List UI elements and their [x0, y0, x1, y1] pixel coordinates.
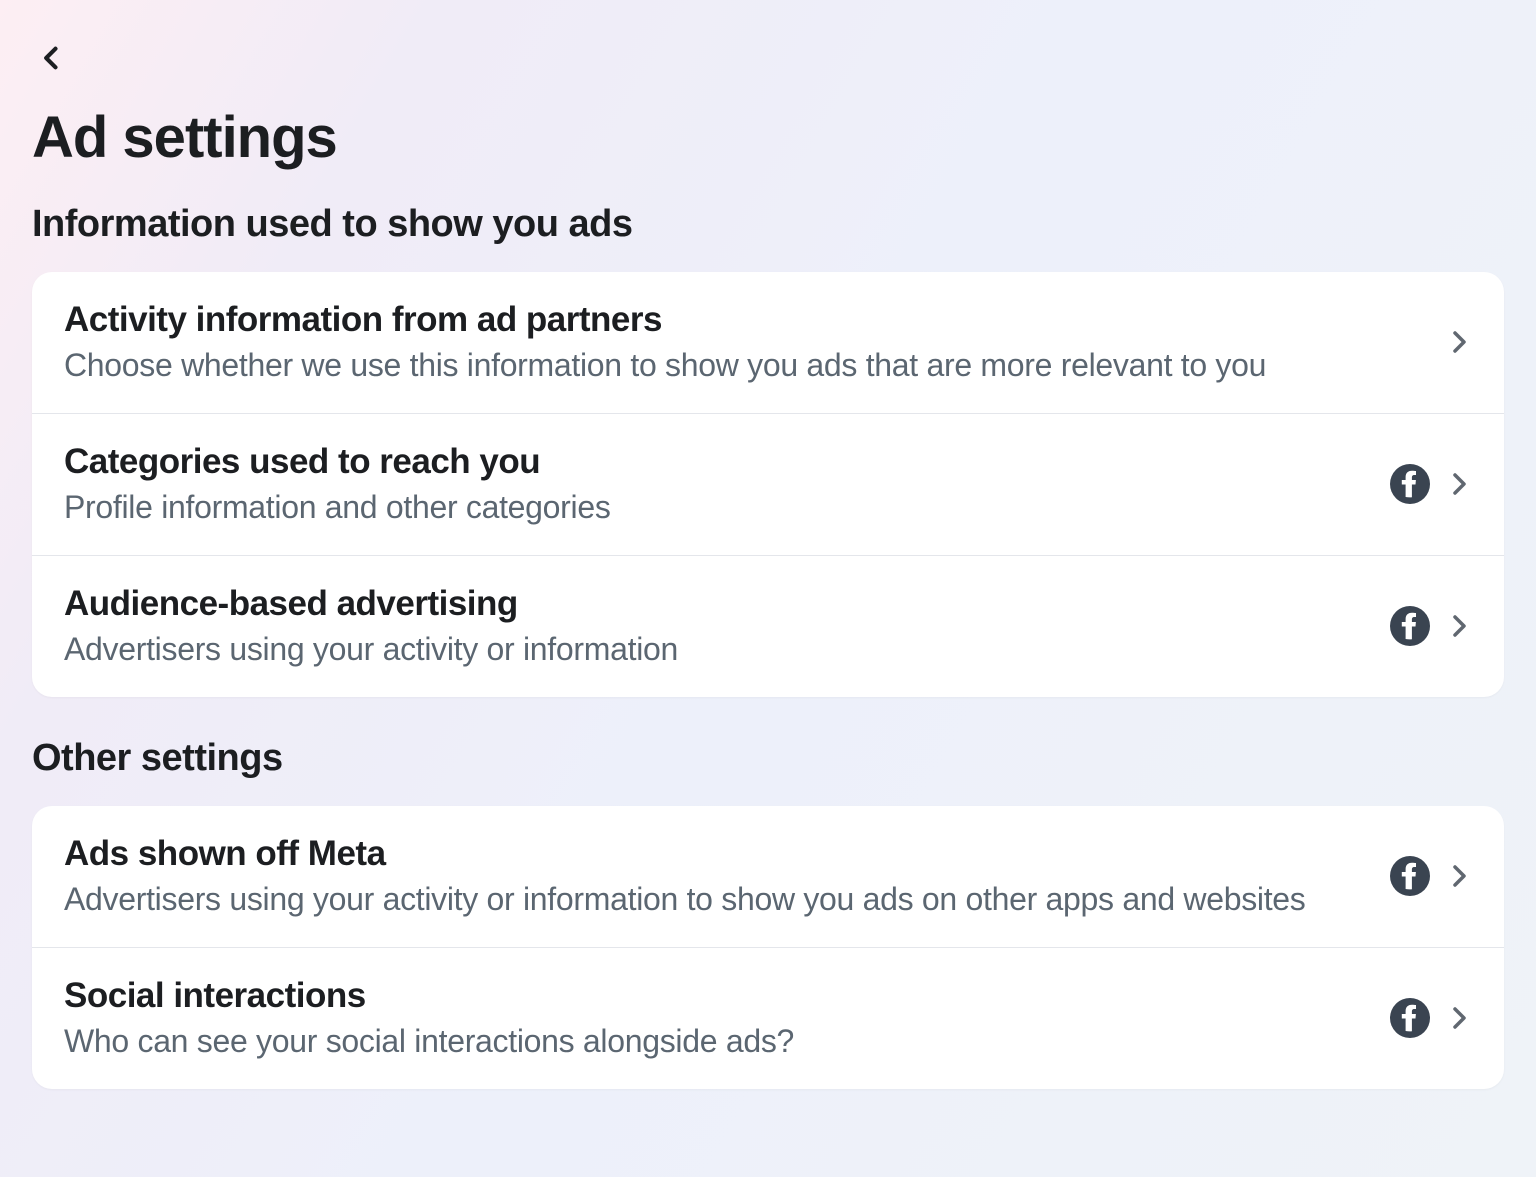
- card-item-subtitle: Choose whether we use this information t…: [64, 344, 1424, 387]
- settings-container: Ad settings Information used to show you…: [0, 0, 1536, 1177]
- card-item-actions: [1390, 464, 1472, 504]
- page-title: Ad settings: [32, 104, 1504, 171]
- other-settings-card: Ads shown off Meta Advertisers using you…: [32, 806, 1504, 1089]
- facebook-icon: [1390, 998, 1430, 1038]
- card-item-content: Ads shown off Meta Advertisers using you…: [64, 832, 1366, 921]
- card-item-actions: [1448, 330, 1472, 354]
- card-item-actions: [1390, 856, 1472, 896]
- chevron-right-icon: [1448, 1006, 1472, 1030]
- social-interactions-item[interactable]: Social interactions Who can see your soc…: [32, 948, 1504, 1089]
- audience-item[interactable]: Audience-based advertising Advertisers u…: [32, 556, 1504, 697]
- back-button[interactable]: [24, 30, 80, 86]
- section-title-other-settings: Other settings: [32, 737, 1504, 780]
- facebook-icon: [1390, 464, 1430, 504]
- card-item-content: Activity information from ad partners Ch…: [64, 298, 1424, 387]
- card-item-content: Social interactions Who can see your soc…: [64, 974, 1366, 1063]
- card-item-actions: [1390, 606, 1472, 646]
- card-item-title: Audience-based advertising: [64, 582, 1366, 626]
- info-used-card: Activity information from ad partners Ch…: [32, 272, 1504, 697]
- card-item-subtitle: Profile information and other categories: [64, 486, 1366, 529]
- card-item-subtitle: Advertisers using your activity or infor…: [64, 878, 1366, 921]
- card-item-content: Audience-based advertising Advertisers u…: [64, 582, 1366, 671]
- card-item-title: Activity information from ad partners: [64, 298, 1424, 342]
- card-item-title: Ads shown off Meta: [64, 832, 1366, 876]
- chevron-right-icon: [1448, 864, 1472, 888]
- card-item-actions: [1390, 998, 1472, 1038]
- section-title-info-used: Information used to show you ads: [32, 203, 1504, 246]
- card-item-subtitle: Advertisers using your activity or infor…: [64, 628, 1366, 671]
- chevron-left-icon: [38, 44, 66, 72]
- card-item-subtitle: Who can see your social interactions alo…: [64, 1020, 1366, 1063]
- facebook-icon: [1390, 606, 1430, 646]
- card-item-title: Categories used to reach you: [64, 440, 1366, 484]
- categories-item[interactable]: Categories used to reach you Profile inf…: [32, 414, 1504, 556]
- chevron-right-icon: [1448, 472, 1472, 496]
- chevron-right-icon: [1448, 614, 1472, 638]
- card-item-title: Social interactions: [64, 974, 1366, 1018]
- chevron-right-icon: [1448, 330, 1472, 354]
- activity-info-item[interactable]: Activity information from ad partners Ch…: [32, 272, 1504, 414]
- card-item-content: Categories used to reach you Profile inf…: [64, 440, 1366, 529]
- ads-off-meta-item[interactable]: Ads shown off Meta Advertisers using you…: [32, 806, 1504, 948]
- facebook-icon: [1390, 856, 1430, 896]
